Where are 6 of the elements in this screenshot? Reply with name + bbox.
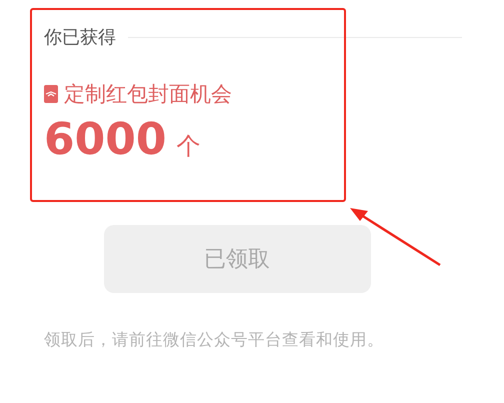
envelope-icon	[44, 85, 58, 103]
reward-label: 定制红包封面机会	[64, 81, 232, 108]
count-unit: 个	[176, 131, 200, 162]
usage-note: 领取后，请前往微信公众号平台查看和使用。	[44, 329, 385, 351]
reward-count: 6000	[44, 114, 166, 165]
section-title: 你已获得	[44, 26, 116, 49]
